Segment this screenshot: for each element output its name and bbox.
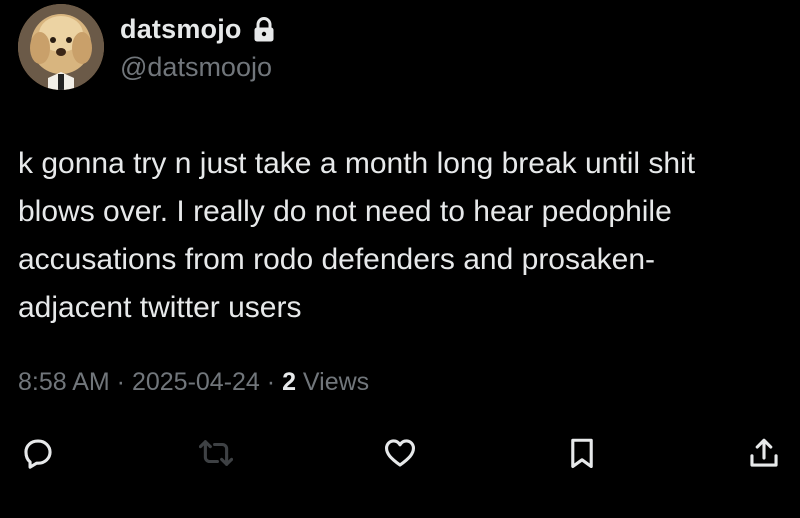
action-bar (0, 430, 800, 476)
lock-icon (252, 16, 276, 43)
share-button[interactable] (744, 430, 784, 476)
tweet-date[interactable]: 2025-04-24 (132, 368, 260, 397)
reply-button[interactable] (18, 430, 58, 476)
bookmark-icon (571, 438, 593, 469)
heart-icon (384, 439, 416, 467)
avatar-image (18, 4, 104, 90)
bookmark-button[interactable] (562, 430, 602, 476)
views-count: 2 (282, 368, 296, 396)
author-name-row: datsmojo (120, 14, 276, 45)
author-handle[interactable]: @datsmoojo (120, 52, 272, 83)
tweet-time[interactable]: 8:58 AM (18, 368, 110, 397)
share-icon (750, 438, 778, 467)
meta-separator: · (109, 368, 132, 396)
tweet-text: k gonna try n just take a month long bre… (18, 147, 696, 324)
retweet-icon (199, 440, 233, 466)
avatar[interactable] (18, 4, 104, 90)
views-label: Views (295, 368, 370, 396)
meta-separator: · (259, 368, 283, 396)
retweet-button[interactable] (196, 430, 236, 476)
display-name[interactable]: datsmojo (120, 14, 242, 45)
like-button[interactable] (380, 430, 420, 476)
tweet-meta: 8:58 AM · 2025-04-24 · 2 Views (18, 368, 369, 397)
reply-icon (24, 439, 52, 469)
